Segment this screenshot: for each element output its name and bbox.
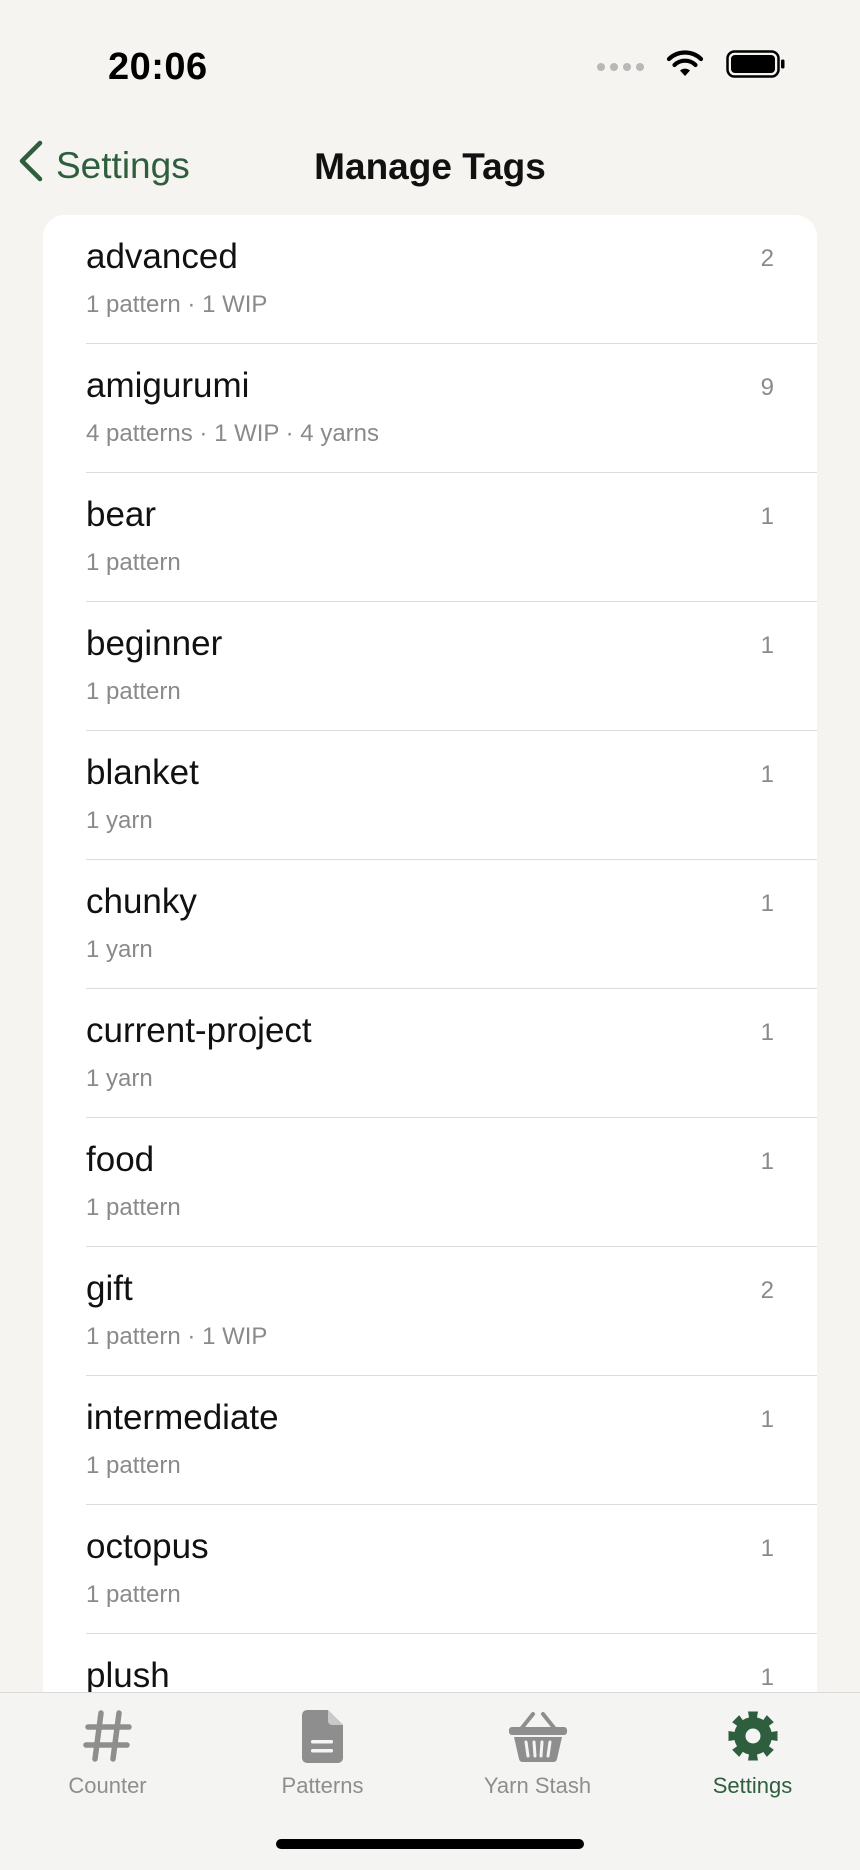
tag-usage-count: 1 xyxy=(760,1148,774,1175)
tag-name: beginner xyxy=(86,624,223,663)
tag-name: amigurumi xyxy=(86,366,250,405)
basket-icon xyxy=(430,1705,645,1767)
tab-settings[interactable]: Settings xyxy=(645,1705,860,1799)
tag-usage-count: 9 xyxy=(760,374,774,401)
tag-usage-count: 2 xyxy=(760,245,774,272)
tag-usage-summary: 1 yarn xyxy=(86,1065,153,1092)
tag-list: advanced 1 pattern · 1 WIP 2 amigurumi 4 pat… xyxy=(43,215,817,1695)
tag-usage-count: 1 xyxy=(760,503,774,530)
tab-patterns-label: Patterns xyxy=(281,1773,364,1798)
tag-name: intermediate xyxy=(86,1398,279,1437)
tab-yarn-stash[interactable]: Yarn Stash xyxy=(430,1705,645,1799)
tab-yarn-stash-label: Yarn Stash xyxy=(483,1773,592,1798)
tag-row[interactable]: advanced 1 pattern · 1 WIP 2 xyxy=(43,215,817,344)
tag-usage-summary: 1 yarn xyxy=(86,936,153,963)
signal-icon xyxy=(597,62,644,71)
tag-name: chunky xyxy=(86,882,197,921)
tag-row[interactable]: intermediate 1 pattern 1 xyxy=(43,1376,817,1505)
tag-usage-count: 1 xyxy=(760,890,774,917)
tag-usage-count: 1 xyxy=(760,632,774,659)
tag-row[interactable]: blanket 1 yarn 1 xyxy=(43,731,817,860)
tag-usage-count: 1 xyxy=(760,1535,774,1562)
tag-usage-summary: 1 pattern xyxy=(86,549,181,576)
tag-row[interactable]: current-project 1 yarn 1 xyxy=(43,989,817,1118)
tab-counter-label: Counter xyxy=(68,1773,147,1798)
status-icons xyxy=(597,50,786,83)
gear-icon xyxy=(645,1705,860,1767)
tag-usage-count: 1 xyxy=(760,1019,774,1046)
battery-icon xyxy=(726,50,786,83)
tag-name: plush xyxy=(86,1656,170,1695)
tag-name: advanced xyxy=(86,237,238,276)
tag-row[interactable]: beginner 1 pattern 1 xyxy=(43,602,817,731)
tag-usage-summary: 1 pattern xyxy=(86,1581,181,1608)
tab-settings-label: Settings xyxy=(712,1773,793,1798)
document-icon xyxy=(215,1705,430,1767)
tag-row[interactable]: gift 1 pattern · 1 WIP 2 xyxy=(43,1247,817,1376)
wifi-icon xyxy=(666,50,704,83)
tab-patterns[interactable]: Patterns xyxy=(215,1705,430,1799)
tag-usage-count: 2 xyxy=(760,1277,774,1304)
tag-row[interactable]: octopus 1 pattern 1 xyxy=(43,1505,817,1634)
tag-row[interactable]: chunky 1 yarn 1 xyxy=(43,860,817,989)
tag-usage-summary: 1 yarn xyxy=(86,807,153,834)
tag-row[interactable]: bear 1 pattern 1 xyxy=(43,473,817,602)
tag-name: food xyxy=(86,1140,155,1179)
tag-row[interactable]: plush 1 xyxy=(43,1634,817,1695)
tag-name: blanket xyxy=(86,753,199,792)
tag-name: gift xyxy=(86,1269,133,1308)
tab-counter[interactable]: Counter xyxy=(0,1705,215,1799)
tag-usage-count: 1 xyxy=(760,761,774,788)
tag-usage-summary: 1 pattern xyxy=(86,1194,181,1221)
tag-row[interactable]: food 1 pattern 1 xyxy=(43,1118,817,1247)
tag-usage-summary: 1 pattern xyxy=(86,1452,181,1479)
tag-usage-count: 1 xyxy=(760,1406,774,1433)
tag-usage-summary: 1 pattern xyxy=(86,678,181,705)
hash-icon xyxy=(0,1705,215,1767)
tag-usage-summary: 4 patterns · 1 WIP · 4 yarns xyxy=(86,420,380,447)
home-indicator xyxy=(276,1839,584,1849)
tag-usage-count: 1 xyxy=(760,1664,774,1691)
tag-usage-summary: 1 pattern · 1 WIP xyxy=(86,1323,268,1350)
tag-usage-summary: 1 pattern · 1 WIP xyxy=(86,291,268,318)
status-time: 20:06 xyxy=(108,46,208,88)
tag-name: current-project xyxy=(86,1011,312,1050)
tag-row[interactable]: amigurumi 4 patterns · 1 WIP · 4 yarns 9 xyxy=(43,344,817,473)
tag-name: bear xyxy=(86,495,157,534)
page-title: Manage Tags xyxy=(314,146,546,187)
navigation-bar: Settings Manage Tags xyxy=(0,140,860,200)
tag-name: octopus xyxy=(86,1527,209,1566)
